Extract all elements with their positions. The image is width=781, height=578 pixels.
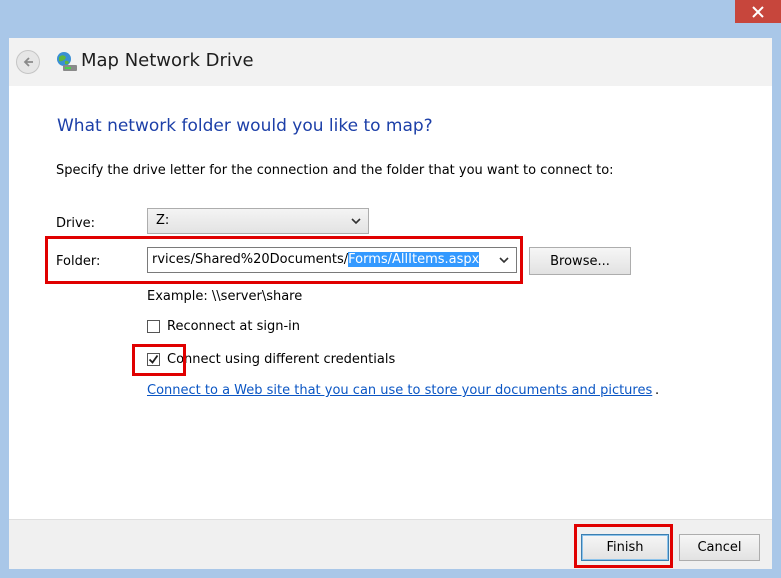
drive-label: Drive: [56,216,96,231]
browse-button[interactable]: Browse... [529,247,631,275]
drive-value: Z: [156,213,170,228]
instruction-text: Specify the drive letter for the connect… [56,163,614,178]
dialog-window: Map Network Drive What network folder wo… [0,0,781,578]
folder-input[interactable]: rvices/Shared%20Documents/Forms/AllItems… [147,247,517,273]
chevron-down-icon [351,218,361,225]
dialog-header: Map Network Drive [9,38,772,86]
back-arrow-icon [23,57,33,67]
window-title: Map Network Drive [81,50,254,71]
network-drive-icon [57,52,77,71]
folder-value: rvices/Shared%20Documents/Forms/AllItems… [152,252,480,267]
example-text: Example: \\server\share [147,289,303,304]
folder-label: Folder: [56,254,101,269]
chevron-down-icon[interactable] [498,254,510,266]
checkmark-icon [148,354,159,364]
web-site-link[interactable]: Connect to a Web site that you can use t… [147,383,652,398]
reconnect-label[interactable]: Reconnect at sign-in [167,319,300,334]
link-period: . [655,383,660,398]
reconnect-checkbox[interactable] [147,320,160,333]
folder-value-selected: Forms/AllItems.aspx [348,252,480,267]
dialog-content: What network folder would you like to ma… [9,86,772,519]
close-icon [752,5,764,18]
folder-value-unselected: rvices/Shared%20Documents/ [152,252,349,267]
cancel-button[interactable]: Cancel [679,534,760,561]
finish-button[interactable]: Finish [581,534,669,561]
credentials-label[interactable]: Connect using different credentials [167,352,395,367]
dialog-footer: Finish Cancel [9,519,772,569]
page-heading: What network folder would you like to ma… [57,116,433,136]
back-button[interactable] [16,50,40,74]
credentials-checkbox[interactable] [147,353,160,366]
close-button[interactable] [735,0,781,23]
drive-select[interactable]: Z: [147,208,369,234]
